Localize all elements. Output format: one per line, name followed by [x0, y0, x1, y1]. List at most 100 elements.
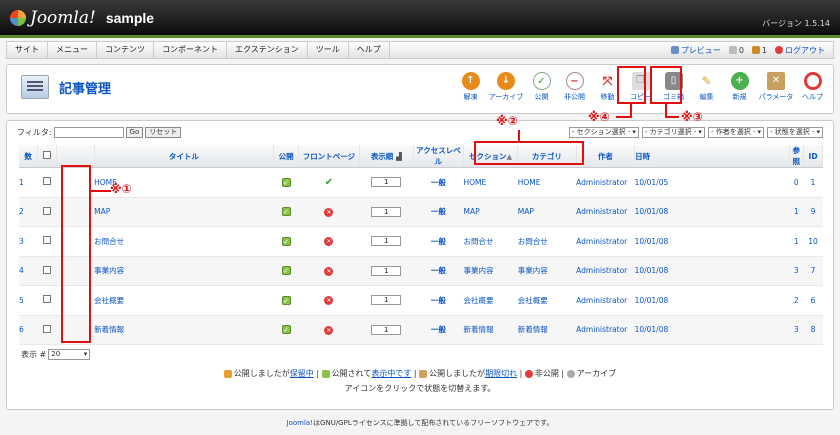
author-link[interactable]: Administrator	[576, 167, 635, 198]
col-hits[interactable]: 参照	[789, 145, 805, 168]
row-id: 1	[803, 167, 823, 198]
unpublish-button[interactable]: − 非公開	[558, 69, 591, 109]
menu-site[interactable]: サイト	[7, 42, 48, 58]
row-checkbox[interactable]	[43, 324, 52, 333]
published-toggle-icon[interactable]: ✓	[281, 236, 291, 246]
section-select[interactable]: - セクション選択 -	[568, 127, 639, 138]
frontpage-x-icon[interactable]: ✕	[324, 325, 334, 335]
col-title[interactable]: タイトル	[94, 145, 275, 168]
published-toggle-icon[interactable]: ✓	[281, 266, 291, 276]
joomla-link[interactable]: Joomla!	[287, 419, 314, 427]
author-select[interactable]: - 作者を選択 -	[707, 127, 764, 138]
section-link[interactable]: HOME	[463, 167, 518, 198]
table-row: 1 HOME ✓ ✔ 1 一般 HOME HOME Administrator 10/01/05 0…	[19, 167, 823, 198]
annot3-hline	[665, 116, 679, 118]
section-link[interactable]: MAP	[463, 197, 518, 227]
category-link[interactable]: 事業内容	[517, 256, 577, 286]
access-level[interactable]: 一般	[413, 256, 464, 286]
category-link[interactable]: 会社概要	[517, 285, 577, 316]
archive-button[interactable]: ↓ アーカイブ	[487, 69, 525, 109]
annotation-3: ※③	[681, 110, 703, 124]
menu-help[interactable]: ヘルプ	[349, 42, 390, 58]
preview-link[interactable]: プレビュー	[670, 45, 721, 56]
col-published[interactable]: 公開	[273, 145, 300, 168]
save-order-icon[interactable]: ▟	[396, 152, 402, 161]
frontpage-x-icon[interactable]: ✕	[324, 296, 334, 306]
author-link[interactable]: Administrator	[576, 197, 635, 227]
new-button[interactable]: + 新規	[723, 69, 756, 109]
category-select[interactable]: - カテゴリ選択 -	[641, 127, 705, 138]
category-link[interactable]: 新着情報	[517, 315, 577, 345]
category-link[interactable]: お問合せ	[517, 226, 577, 257]
article-title-link[interactable]: MAP	[94, 197, 274, 227]
tools-icon: ✕	[767, 72, 785, 90]
menu-menus[interactable]: メニュー	[48, 42, 97, 58]
category-link[interactable]: MAP	[517, 197, 577, 227]
row-checkbox[interactable]	[43, 206, 52, 215]
logout-link[interactable]: ログアウト	[775, 45, 825, 56]
check-all-checkbox[interactable]	[43, 151, 52, 159]
col-date[interactable]: 日時	[634, 145, 790, 168]
col-order[interactable]: 表示順 ▟	[359, 145, 414, 168]
publish-button[interactable]: ✓ 公開	[525, 69, 558, 109]
order-input[interactable]: 1	[371, 324, 402, 335]
order-input[interactable]: 1	[371, 295, 402, 306]
author-link[interactable]: Administrator	[576, 315, 635, 345]
filter-input[interactable]	[53, 127, 124, 138]
published-toggle-icon[interactable]: ✓	[281, 177, 291, 187]
access-level[interactable]: 一般	[413, 226, 464, 257]
access-level[interactable]: 一般	[413, 167, 464, 198]
order-input[interactable]: 1	[371, 206, 402, 217]
menu-components[interactable]: コンポーネント	[154, 42, 227, 58]
published-toggle-icon[interactable]: ✓	[281, 325, 291, 335]
reset-button[interactable]: リセット	[145, 127, 182, 138]
article-title-link[interactable]: 事業内容	[94, 256, 274, 286]
row-checkbox[interactable]	[43, 295, 52, 304]
col-id[interactable]: ID	[803, 145, 823, 168]
row-published: ✓	[273, 167, 299, 198]
menu-extensions[interactable]: エクステンション	[227, 42, 308, 58]
access-level[interactable]: 一般	[413, 315, 464, 345]
published-toggle-icon[interactable]: ✓	[281, 295, 291, 305]
order-input[interactable]: 1	[371, 236, 402, 247]
unarchive-button[interactable]: ↑ 解凍	[454, 69, 487, 109]
col-access[interactable]: アクセスレベル	[413, 145, 464, 168]
published-toggle-icon[interactable]: ✓	[281, 207, 291, 217]
article-title-link[interactable]: お問合せ	[94, 226, 274, 257]
section-link[interactable]: お問合せ	[463, 226, 518, 257]
help-button[interactable]: ヘルプ	[796, 69, 829, 109]
section-link[interactable]: 新着情報	[463, 315, 518, 345]
row-date: 10/01/05	[634, 167, 789, 198]
category-link[interactable]: HOME	[517, 167, 577, 198]
author-link[interactable]: Administrator	[576, 285, 635, 316]
access-level[interactable]: 一般	[413, 197, 464, 227]
edit-button[interactable]: ✎ 編集	[690, 69, 723, 109]
row-checkbox[interactable]	[43, 265, 52, 274]
params-button[interactable]: ✕ パラメータ	[756, 69, 796, 109]
frontpage-x-icon[interactable]: ✕	[324, 266, 334, 276]
frontpage-x-icon[interactable]: ✕	[324, 237, 334, 247]
menu-content[interactable]: コンテンツ	[97, 42, 154, 58]
order-input[interactable]: 1	[371, 265, 402, 276]
go-button[interactable]: Go	[125, 127, 144, 138]
article-title-link[interactable]: 新着情報	[94, 315, 274, 345]
section-link[interactable]: 事業内容	[463, 256, 518, 286]
state-select[interactable]: - 状態を選択 -	[766, 127, 823, 138]
row-checkbox[interactable]	[43, 177, 52, 186]
frontpage-x-icon[interactable]: ✕	[324, 207, 334, 217]
section-link[interactable]: 会社概要	[463, 285, 518, 316]
frontpage-check-icon[interactable]: ✔	[325, 177, 333, 188]
users-count[interactable]: 1	[751, 46, 767, 55]
messages-count[interactable]: 0	[728, 46, 744, 55]
page-size-select[interactable]: 20	[48, 349, 91, 360]
order-input[interactable]: 1	[371, 177, 402, 188]
row-checkbox[interactable]	[43, 236, 52, 245]
access-level[interactable]: 一般	[413, 285, 464, 316]
author-link[interactable]: Administrator	[576, 256, 635, 286]
col-frontpage[interactable]: フロントページ	[298, 145, 360, 168]
author-link[interactable]: Administrator	[576, 226, 635, 257]
menu-tools[interactable]: ツール	[308, 42, 349, 58]
article-title-link[interactable]: 会社概要	[94, 285, 274, 316]
col-author[interactable]: 作者	[576, 145, 636, 168]
row-hits: 2	[789, 285, 804, 316]
